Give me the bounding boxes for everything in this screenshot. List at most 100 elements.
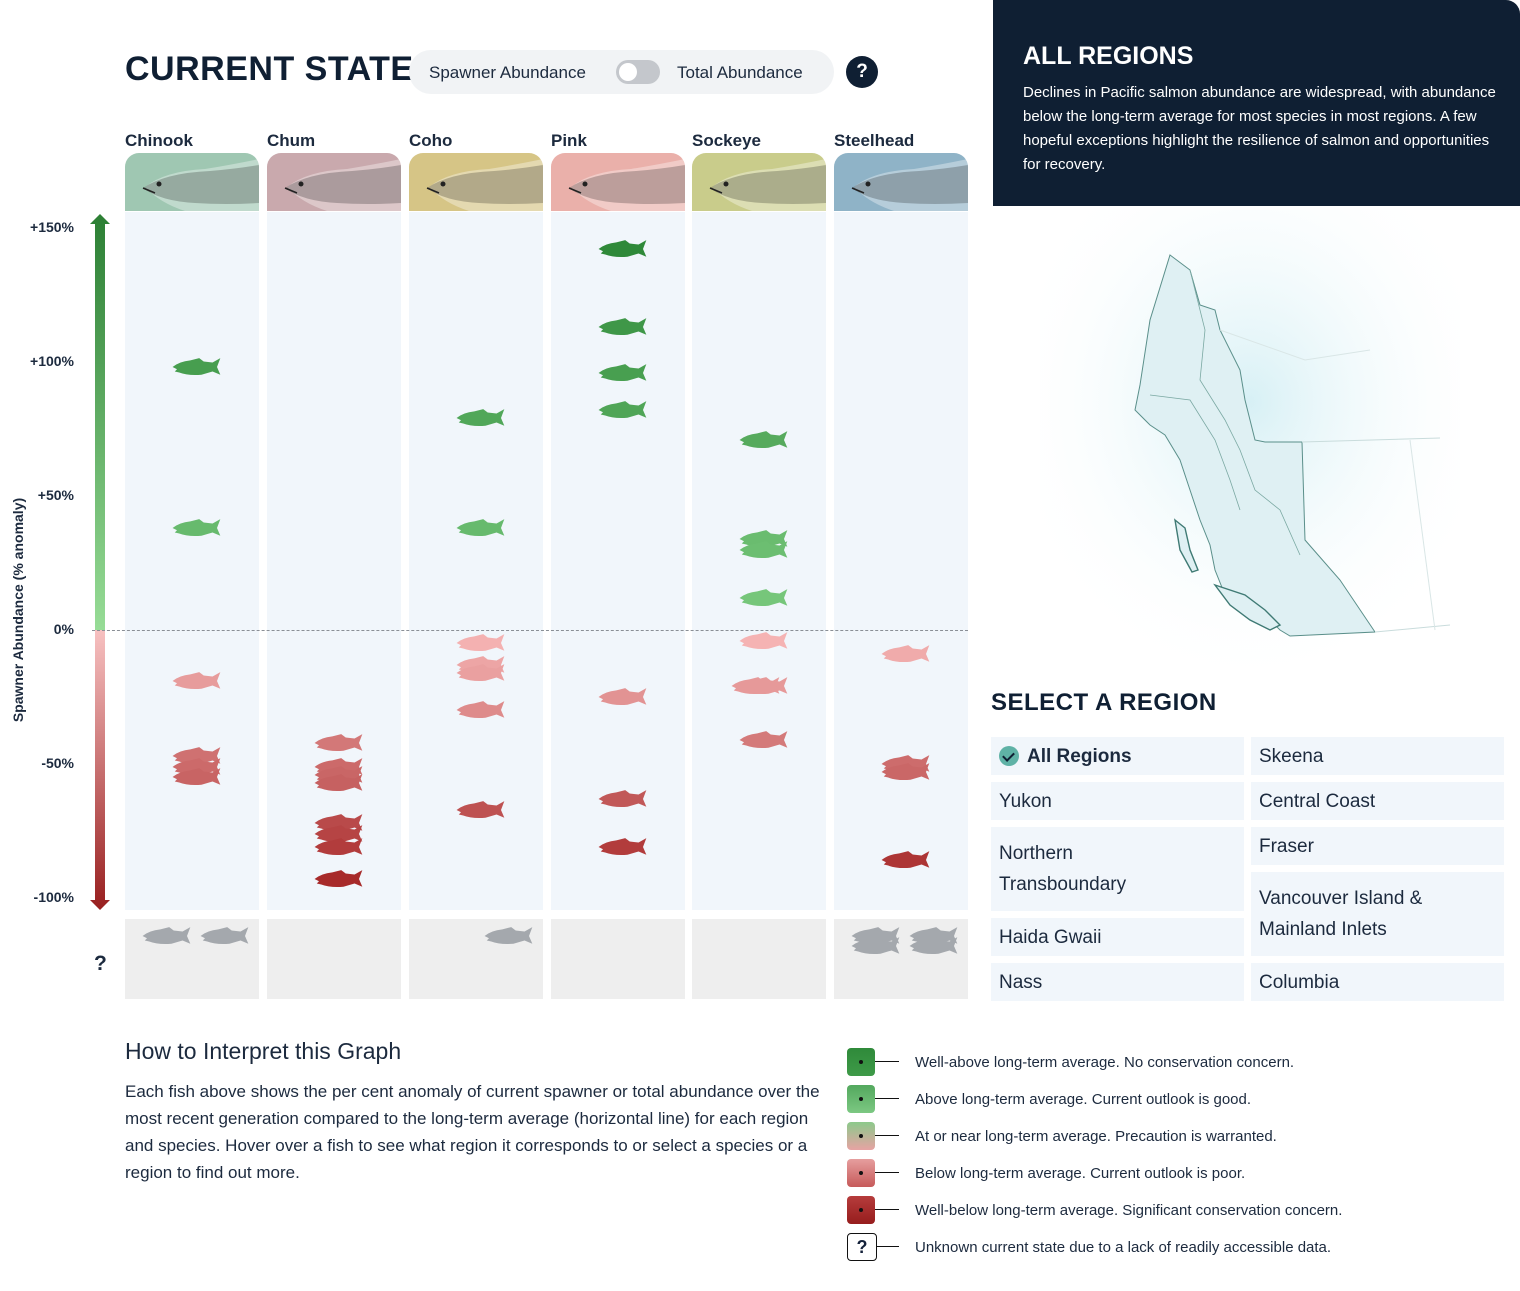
fish-shape (739, 631, 788, 649)
fish-shape (739, 540, 788, 558)
fish-mark-pink[interactable] (598, 837, 648, 857)
fish-mark-pink[interactable] (598, 363, 648, 383)
page-title: CURRENT STATE (125, 50, 414, 88)
fish-shape (598, 401, 647, 419)
spawner-abundance-label[interactable]: Spawner Abundance (429, 63, 586, 83)
fish-shape (881, 851, 930, 869)
fish-shape (314, 773, 363, 791)
unknown-fish-chinook[interactable] (200, 926, 250, 946)
fish-mark-chinook[interactable] (172, 518, 222, 538)
fish-mark-steelhead[interactable] (881, 644, 931, 664)
fish-mark-chinook[interactable] (172, 671, 222, 691)
legend-label: Above long-term average. Current outlook… (915, 1091, 1252, 1108)
y-axis-title: Spawner Abundance (% anomaly) (10, 497, 26, 723)
species-label[interactable]: Pink (551, 131, 685, 153)
legend-color-swatch (847, 1159, 875, 1187)
fish-mark-chum[interactable] (314, 733, 364, 753)
fish-mark-coho[interactable] (456, 633, 506, 653)
region-option-yukon[interactable]: Yukon (991, 782, 1244, 820)
region-option-label: Fraser (1259, 835, 1314, 857)
fish-mark-sockeye[interactable] (739, 540, 789, 560)
region-option-haida-gwaii[interactable]: Haida Gwaii (991, 918, 1244, 956)
fish-shape (142, 927, 191, 945)
species-illustration[interactable] (834, 153, 968, 211)
unknown-row-label: ? (94, 952, 107, 975)
species-label[interactable]: Sockeye (692, 131, 826, 153)
help-button[interactable]: ? (846, 56, 878, 88)
region-option-columbia[interactable]: Columbia (1251, 963, 1504, 1001)
fish-mark-chinook[interactable] (172, 357, 222, 377)
fish-mark-chum[interactable] (314, 837, 364, 857)
region-option-fraser[interactable]: Fraser (1251, 827, 1504, 865)
region-option-label: Skeena (1259, 745, 1324, 767)
species-illustration[interactable] (125, 153, 259, 211)
region-option-label: Yukon (999, 790, 1052, 812)
unknown-fish-chinook[interactable] (142, 926, 192, 946)
salmon-illustration-icon (409, 153, 543, 211)
fish-shape (598, 789, 647, 807)
fish-mark-coho[interactable] (456, 663, 506, 683)
species-header-steelhead[interactable]: Steelhead (834, 131, 968, 211)
species-label[interactable]: Steelhead (834, 131, 968, 153)
region-option-skeena[interactable]: Skeena (1251, 737, 1504, 775)
species-illustration[interactable] (551, 153, 685, 211)
species-illustration[interactable] (267, 153, 401, 211)
fish-mark-chum[interactable] (314, 773, 364, 793)
legend-label: At or near long-term average. Precaution… (915, 1128, 1277, 1145)
fish-mark-pink[interactable] (598, 239, 648, 259)
fish-mark-sockeye[interactable] (739, 430, 789, 450)
fish-mark-coho[interactable] (456, 700, 506, 720)
species-illustration[interactable] (692, 153, 826, 211)
toggle-knob (619, 63, 637, 81)
species-label[interactable]: Coho (409, 131, 543, 153)
species-label[interactable]: Chinook (125, 131, 259, 153)
fish-shape (484, 927, 533, 945)
howto-title: How to Interpret this Graph (125, 1038, 402, 1064)
fish-mark-chum[interactable] (314, 869, 364, 889)
fish-mark-steelhead[interactable] (881, 850, 931, 870)
y-tick-label: -50% (41, 755, 74, 771)
region-map[interactable] (1040, 210, 1460, 690)
fish-shape (881, 645, 930, 663)
species-illustration[interactable] (409, 153, 543, 211)
fish-mark-coho[interactable] (456, 408, 506, 428)
fish-mark-pink[interactable] (598, 317, 648, 337)
fish-mark-sockeye[interactable] (739, 588, 789, 608)
region-option-northern-transboundary[interactable]: Northern Transboundary (991, 827, 1244, 911)
fish-mark-pink[interactable] (598, 687, 648, 707)
unknown-fish-steelhead[interactable] (909, 936, 959, 956)
fish-mark-coho[interactable] (456, 518, 506, 538)
fish-shape (314, 870, 363, 888)
fish-mark-pink[interactable] (598, 789, 648, 809)
unknown-fish-steelhead[interactable] (851, 936, 901, 956)
fish-mark-steelhead[interactable] (881, 762, 931, 782)
fish-shape (851, 937, 900, 955)
species-header-coho[interactable]: Coho (409, 131, 543, 211)
total-abundance-label[interactable]: Total Abundance (677, 63, 803, 83)
fish-shape (456, 800, 505, 818)
y-axis-gradient-arrow (90, 214, 110, 910)
region-option-central-coast[interactable]: Central Coast (1251, 782, 1504, 820)
abundance-toggle-switch[interactable] (616, 60, 660, 84)
fish-mark-chinook[interactable] (172, 767, 222, 787)
region-info-card: ALL REGIONS Declines in Pacific salmon a… (993, 0, 1520, 206)
unknown-fish-coho[interactable] (484, 926, 534, 946)
fish-mark-sockeye[interactable] (739, 730, 789, 750)
fish-mark-sockeye[interactable] (731, 676, 781, 696)
fish-mark-coho[interactable] (456, 800, 506, 820)
salmon-illustration-icon (267, 153, 401, 211)
species-header-chum[interactable]: Chum (267, 131, 401, 211)
column-sockeye (692, 212, 826, 910)
region-option-label: Vancouver Island & Mainland Inlets (1259, 888, 1423, 940)
region-option-vancouver-island-mainland-inlets[interactable]: Vancouver Island & Mainland Inlets (1251, 872, 1504, 956)
species-header-chinook[interactable]: Chinook (125, 131, 259, 211)
species-header-sockeye[interactable]: Sockeye (692, 131, 826, 211)
region-card-description: Declines in Pacific salmon abundance are… (1023, 84, 1496, 173)
fish-mark-sockeye[interactable] (739, 631, 789, 651)
fish-mark-pink[interactable] (598, 400, 648, 420)
region-option-nass[interactable]: Nass (991, 963, 1244, 1001)
species-label[interactable]: Chum (267, 131, 401, 153)
species-header-pink[interactable]: Pink (551, 131, 685, 211)
region-option-all-regions[interactable]: All Regions (991, 737, 1244, 775)
fish-shape (598, 240, 647, 258)
